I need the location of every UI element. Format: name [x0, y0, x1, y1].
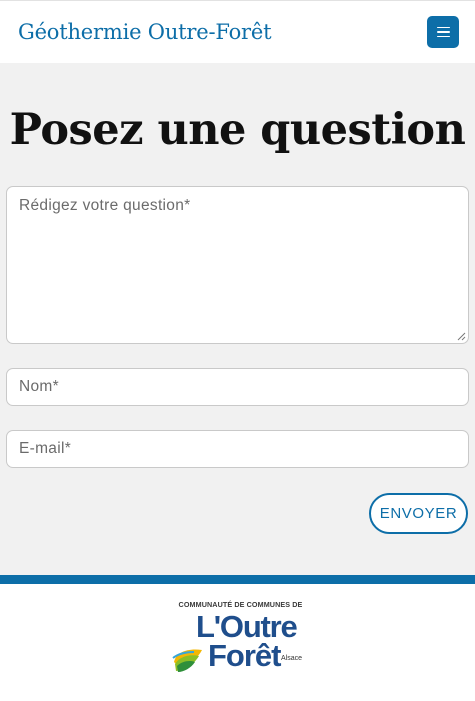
- site-logo-text: Géothermie Outre-Forêt: [18, 20, 272, 44]
- send-button[interactable]: ENVOYER: [369, 493, 468, 534]
- send-button-label: ENVOYER: [379, 505, 458, 522]
- hamburger-menu-icon-line: [436, 31, 450, 33]
- question-section: Posez une question ENVOYER: [0, 63, 475, 575]
- logo-region: Alsace: [281, 655, 303, 662]
- question-textarea[interactable]: [6, 186, 469, 344]
- page-title: Posez une question: [9, 105, 466, 155]
- footer-divider: [0, 575, 475, 584]
- hamburger-menu-button[interactable]: [427, 16, 459, 48]
- email-field[interactable]: [6, 430, 469, 468]
- outre-foret-logo[interactable]: Communauté de communes de L'Outre Forêt …: [168, 598, 313, 680]
- site-footer: Communauté de communes de L'Outre Forêt …: [0, 584, 475, 701]
- logo-community-text: Communauté de communes de: [178, 600, 303, 609]
- site-header: Géothermie Outre-Forêt: [0, 0, 475, 63]
- logo-line2: Forêt: [208, 638, 281, 673]
- hamburger-menu-icon-line: [436, 35, 450, 38]
- leaf-icon: [172, 649, 202, 672]
- name-field[interactable]: [6, 368, 469, 406]
- hamburger-menu-icon: [436, 26, 450, 29]
- site-logo-link[interactable]: Géothermie Outre-Forêt: [18, 20, 272, 44]
